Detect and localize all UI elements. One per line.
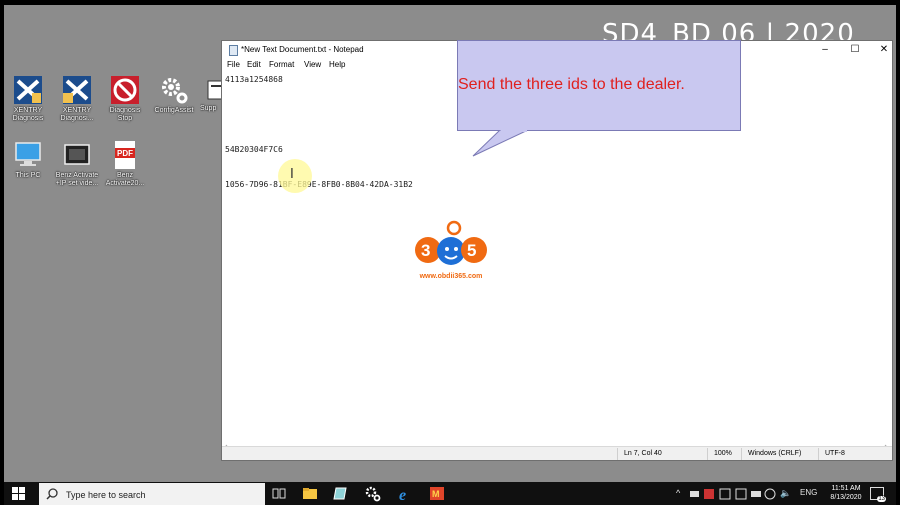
taskbar-clock[interactable]: 11:51 AM 8/13/2020 bbox=[824, 484, 868, 502]
desktop-icon-config-assist[interactable]: ConfigAssist bbox=[152, 75, 196, 115]
xentry-diagnosis-icon bbox=[12, 75, 44, 105]
media-app-icon[interactable]: M bbox=[427, 485, 447, 502]
file-explorer-icon[interactable] bbox=[300, 485, 320, 502]
notification-count: 13 bbox=[877, 496, 886, 502]
tray-show-hidden-icon[interactable]: ^ bbox=[676, 488, 680, 498]
text-line: 4113a1254868 bbox=[225, 75, 283, 84]
svg-text:5: 5 bbox=[467, 241, 476, 260]
app-icon[interactable] bbox=[331, 485, 351, 502]
callout-box: Send the three ids to the dealer. bbox=[457, 40, 741, 131]
menu-help[interactable]: Help bbox=[329, 60, 345, 69]
tray-note-icon bbox=[719, 488, 731, 500]
status-bar: Ln 7, Col 40 100% Windows (CRLF) UTF-8 bbox=[222, 446, 892, 460]
pdf-file-icon: PDF bbox=[109, 140, 141, 170]
callout-text: Send the three ids to the dealer. bbox=[458, 76, 685, 93]
horizontal-scrollbar[interactable] bbox=[222, 438, 892, 450]
status-encoding: UTF-8 bbox=[825, 450, 845, 457]
status-zoom: 100% bbox=[714, 450, 732, 457]
close-button[interactable]: ✕ bbox=[871, 43, 897, 57]
text-line: 1056-7D96-81BF-E89E-8FB0-8B04-42DA-31B2 bbox=[225, 180, 413, 189]
task-view-icon[interactable] bbox=[269, 485, 289, 502]
search-icon bbox=[46, 488, 58, 500]
window-title: *New Text Document.txt - Notepad bbox=[241, 45, 364, 54]
edge-icon[interactable]: e bbox=[395, 485, 415, 502]
windows-start-icon[interactable] bbox=[12, 487, 25, 500]
volume-icon[interactable]: 🔈 bbox=[780, 488, 791, 499]
config-assist-icon bbox=[158, 75, 190, 105]
svg-text:PDF: PDF bbox=[117, 149, 133, 158]
svg-text:e: e bbox=[399, 487, 406, 502]
desktop-icon-xentry-diagnosis-2[interactable]: XENTRY Diagnosi... bbox=[55, 75, 99, 123]
text-cursor-icon: I bbox=[290, 167, 294, 182]
minimize-button[interactable]: – bbox=[812, 43, 838, 57]
xentry-diagnosis-icon bbox=[61, 75, 93, 105]
notepad-app-icon bbox=[229, 45, 238, 56]
cursor-highlight bbox=[278, 159, 312, 193]
notification-center-icon[interactable]: 13 bbox=[870, 487, 886, 502]
taskbar-search-box[interactable]: Type here to search bbox=[39, 483, 265, 505]
menu-view[interactable]: View bbox=[304, 60, 321, 69]
tray-device-icon bbox=[690, 491, 699, 497]
clock-date: 8/13/2020 bbox=[830, 494, 862, 501]
callout-pointer bbox=[472, 130, 529, 157]
clock-time: 11:51 AM bbox=[831, 485, 861, 492]
config-assist-icon[interactable] bbox=[363, 485, 383, 502]
tray-network-icon bbox=[764, 488, 776, 500]
logo-url: www.obdii365.com bbox=[419, 273, 483, 280]
tray-app-icon bbox=[735, 488, 747, 500]
this-pc-icon bbox=[12, 140, 44, 170]
svg-text:3: 3 bbox=[421, 241, 430, 260]
tray-language[interactable]: ENG bbox=[800, 488, 817, 497]
svg-text:M: M bbox=[432, 489, 440, 499]
tray-battery-icon bbox=[751, 491, 761, 497]
desktop-icon-this-pc[interactable]: This PC bbox=[6, 140, 50, 180]
tray-security-icon bbox=[704, 489, 714, 499]
desktop-icon-xentry-diagnosis[interactable]: XENTRY Diagnosis bbox=[6, 75, 50, 123]
text-line: 54B20304F7C6 bbox=[225, 145, 283, 154]
desktop-icon-benz-activate-video[interactable]: Benz Activate +IP set vide... bbox=[55, 140, 99, 188]
video-file-icon bbox=[61, 140, 93, 170]
status-line-ending: Windows (CRLF) bbox=[748, 450, 802, 457]
maximize-button[interactable]: ☐ bbox=[842, 43, 868, 57]
tray-icons bbox=[690, 488, 776, 500]
desktop-icon-benz-activate-pdf[interactable]: PDF Benz Activate20... bbox=[103, 140, 147, 188]
taskbar: Type here to search e M ^ 🔈 ENG 11:51 AM… bbox=[4, 482, 896, 505]
support-icon bbox=[200, 75, 222, 105]
search-placeholder: Type here to search bbox=[66, 490, 146, 500]
obdii365-logo: 3 5 www.obdii365.com bbox=[406, 218, 496, 282]
status-cursor-position: Ln 7, Col 40 bbox=[624, 450, 662, 457]
diagnosis-stop-icon bbox=[109, 75, 141, 105]
desktop-icon-support[interactable]: Supp bbox=[200, 75, 222, 113]
desktop-icon-diagnosis-stop[interactable]: Diagnosis Stop bbox=[103, 75, 147, 123]
